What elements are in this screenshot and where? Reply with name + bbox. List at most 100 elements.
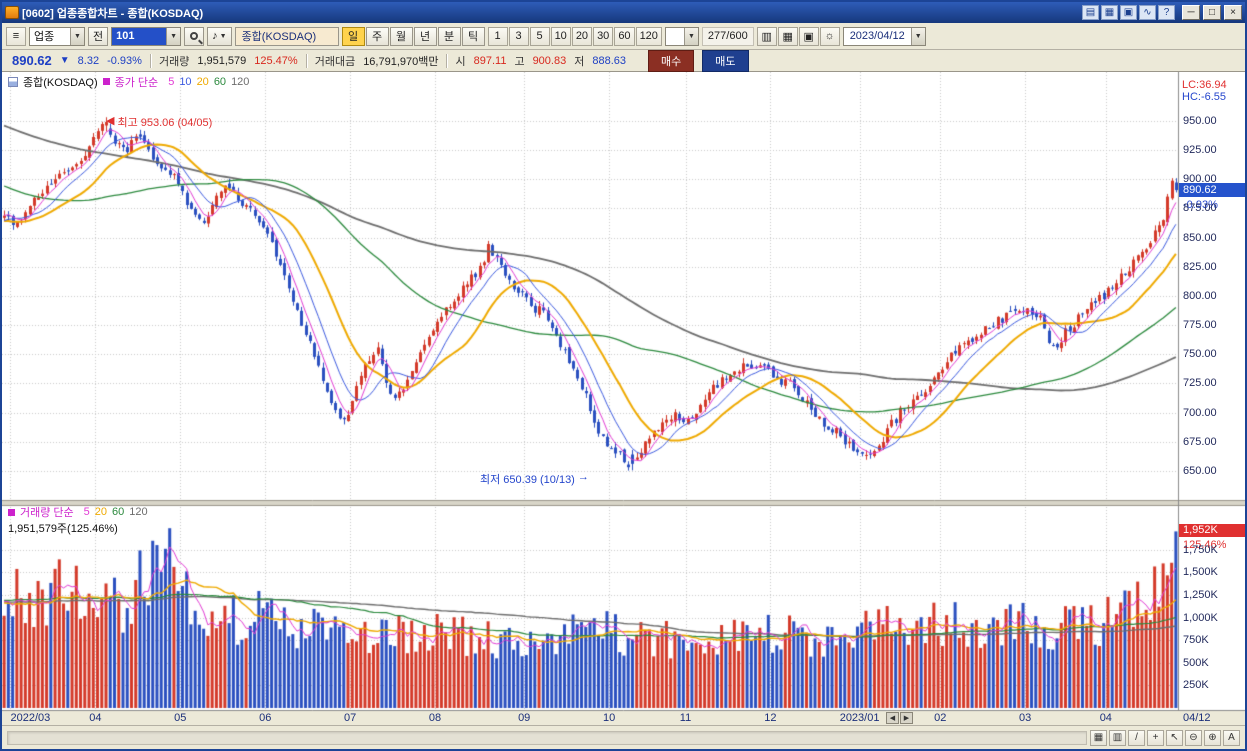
help-icon[interactable]: ? xyxy=(1158,5,1175,20)
separator xyxy=(149,53,151,68)
low-annotation-text: 최저 650.39 (10/13) xyxy=(480,474,575,486)
time-tick-label: 04 xyxy=(1099,712,1112,724)
ma-period-5: 5 xyxy=(168,75,175,88)
all-sectors-button[interactable]: 전 xyxy=(88,26,109,46)
price-volume-chart-canvas[interactable] xyxy=(2,72,1245,725)
time-tick-label: 10 xyxy=(602,712,616,724)
volume-tick-label: 1,750K xyxy=(1183,543,1218,556)
separator xyxy=(446,53,448,68)
period-button-틱[interactable]: 틱 xyxy=(461,26,485,46)
pane-icon xyxy=(8,76,18,87)
settings-gear-icon[interactable]: ☼ xyxy=(819,26,840,46)
time-tick-label: 03 xyxy=(1019,712,1032,724)
multi-screen-icon[interactable]: ▦ xyxy=(1101,5,1118,20)
period-button-분[interactable]: 분 xyxy=(437,26,461,46)
crosshair-icon[interactable]: + xyxy=(1147,729,1164,746)
interval-button-5[interactable]: 5 xyxy=(529,26,550,46)
low-annotation: 최저 650.39 (10/13) → xyxy=(480,471,589,487)
volume-tick-label: 1,500K xyxy=(1183,566,1218,579)
speaker-dropdown-arrow-icon[interactable]: ▼ xyxy=(220,33,227,40)
interval-dropdown-arrow-icon[interactable]: ▼ xyxy=(683,27,698,45)
date-field[interactable]: 2023/04/12 ▼ xyxy=(842,26,926,46)
interval-button-10[interactable]: 10 xyxy=(550,26,571,46)
chart-area[interactable]: 종합(KOSDAQ) 종가 단순 5 10 20 60 120 ◀ 최고 953.06 … xyxy=(2,72,1245,725)
sector-code-value: 101 xyxy=(116,30,135,42)
scroll-left-button[interactable]: ◀ xyxy=(886,712,899,724)
save-chart-icon[interactable]: ▣ xyxy=(798,26,819,46)
scroll-right-button[interactable]: ▶ xyxy=(900,712,913,724)
price-tick-label: 800.00 xyxy=(1183,289,1217,302)
minimize-button[interactable]: ─ xyxy=(1182,5,1200,20)
sound-alert-button[interactable]: ♪ ▼ xyxy=(207,26,232,46)
chart-menu-icon[interactable]: ≡ xyxy=(6,26,26,46)
trend-line-icon[interactable]: / xyxy=(1128,729,1145,746)
time-tick-label: 11 xyxy=(679,712,692,724)
price-tick-label: 950.00 xyxy=(1183,114,1217,127)
price-ma-label: 종가 단순 xyxy=(114,76,159,89)
period-button-group: 일주월년분틱 xyxy=(341,26,485,46)
buy-button[interactable]: 매수 xyxy=(648,49,695,72)
status-strip xyxy=(7,730,1087,745)
dropdown-arrow-icon[interactable]: ▼ xyxy=(70,27,84,45)
keyboard-icon[interactable]: ▤ xyxy=(1082,5,1099,20)
value-amount: 16,791,970백만 xyxy=(363,55,439,68)
compare-chart-icon[interactable]: ▦ xyxy=(777,26,798,46)
left-arrow-icon: ◀ xyxy=(106,115,115,127)
grid-toggle-icon[interactable]: ▦ xyxy=(1090,729,1107,746)
interval-button-60[interactable]: 60 xyxy=(614,26,635,46)
font-size-icon[interactable]: A xyxy=(1223,729,1240,746)
volume-tick-label: 750K xyxy=(1183,634,1209,647)
time-tick-label: 08 xyxy=(428,712,442,724)
interval-button-120[interactable]: 120 xyxy=(635,26,662,46)
period-button-월[interactable]: 월 xyxy=(389,26,413,46)
low-label: 저 xyxy=(574,55,585,68)
time-tick-label: 2022/03 xyxy=(10,712,51,724)
title-icon-group: ▤ ▦ ▣ ∿? xyxy=(1082,5,1175,20)
low-value: 888.63 xyxy=(592,54,626,67)
high-annotation-text: 최고 953.06 (04/05) xyxy=(117,117,213,129)
period-button-주[interactable]: 주 xyxy=(365,26,389,46)
price-tick-label: 900.00 xyxy=(1183,173,1217,186)
code-dropdown-arrow-icon[interactable]: ▼ xyxy=(166,27,181,45)
ma-period-120: 120 xyxy=(231,75,250,88)
sector-name-field: 종합(KOSDAQ) xyxy=(234,26,339,46)
period-button-년[interactable]: 년 xyxy=(413,26,437,46)
period-button-일[interactable]: 일 xyxy=(341,26,365,46)
interval-button-20[interactable]: 20 xyxy=(571,26,593,46)
ma-period-60: 60 xyxy=(112,506,125,518)
time-tick-label: 04 xyxy=(89,712,102,724)
ma-period-20: 20 xyxy=(94,506,108,518)
sector-dropdown[interactable]: 업종 ▼ xyxy=(29,26,85,46)
chart-style-icon[interactable]: ▥ xyxy=(756,26,777,46)
axis-end-date: 04/12 xyxy=(1183,712,1211,724)
custom-interval-dropdown[interactable]: ▼ xyxy=(664,26,699,46)
zoom-out-icon[interactable]: ⊖ xyxy=(1185,729,1202,746)
volume-pct: 125.47% xyxy=(254,54,298,67)
zoom-in-icon[interactable]: ⊕ xyxy=(1204,729,1221,746)
app-window: [0602] 업종종합차트 - 종합(KOSDAQ) ▤ ▦ ▣ ∿? ─ □ × ≡… xyxy=(0,0,1247,751)
interval-button-1[interactable]: 1 xyxy=(487,26,508,46)
mini-chart-icon[interactable]: ∿ xyxy=(1139,5,1156,20)
sector-code-input[interactable]: 101 ▼ xyxy=(111,26,182,46)
high-annotation: ◀ 최고 953.06 (04/05) xyxy=(106,114,212,130)
time-tick-label: 02 xyxy=(934,712,947,724)
bottom-status-bar: ▦ ▥ / + ↖ ⊖ ⊕ A xyxy=(2,725,1245,749)
sell-button[interactable]: 매도 xyxy=(702,49,749,72)
price-tick-label: 875.00 xyxy=(1183,202,1217,215)
interval-button-30[interactable]: 30 xyxy=(593,26,614,46)
ma-period-5: 5 xyxy=(83,506,90,518)
sector-dropdown-value: 업종 xyxy=(34,31,55,43)
pointer-icon[interactable]: ↖ xyxy=(1166,729,1183,746)
search-icon[interactable] xyxy=(184,26,205,46)
pane-layout-icon[interactable]: ▥ xyxy=(1109,729,1126,746)
price-tick-label: 775.00 xyxy=(1183,319,1217,331)
copy-window-icon[interactable]: ▣ xyxy=(1120,5,1137,20)
ma-period-60: 60 xyxy=(213,75,227,88)
title-bar[interactable]: [0602] 업종종합차트 - 종합(KOSDAQ) ▤ ▦ ▣ ∿? ─ □ × xyxy=(2,2,1245,23)
open-label: 시 xyxy=(455,55,466,68)
ma-period-120: 120 xyxy=(129,506,148,518)
calendar-dropdown-arrow-icon[interactable]: ▼ xyxy=(910,27,925,45)
interval-button-3[interactable]: 3 xyxy=(508,26,529,46)
close-button[interactable]: × xyxy=(1224,5,1242,20)
maximize-button[interactable]: □ xyxy=(1203,5,1221,20)
